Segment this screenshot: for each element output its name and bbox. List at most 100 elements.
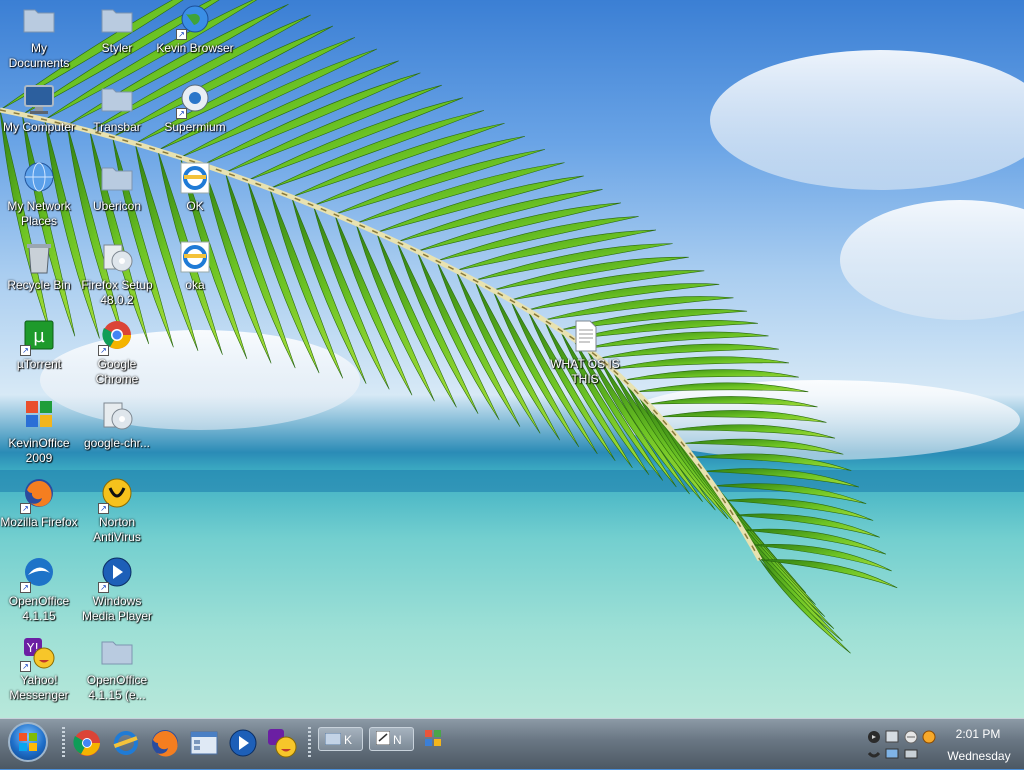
installer-icon bbox=[100, 399, 134, 433]
system-tray bbox=[866, 725, 944, 765]
clock-day[interactable]: Wednesday bbox=[944, 749, 1014, 763]
icon-label: google-chr... bbox=[83, 436, 151, 450]
computer-icon bbox=[22, 83, 56, 117]
icon-label: Google Chrome bbox=[95, 357, 139, 386]
chrome-icon: ↗ bbox=[98, 320, 134, 356]
icon-label: My Documents bbox=[8, 41, 70, 70]
desktop-icon-oka[interactable]: oka bbox=[156, 241, 234, 293]
icon-label: Windows Media Player bbox=[81, 594, 153, 623]
internet-explorer-icon bbox=[178, 162, 212, 196]
desktop-icon-transbar[interactable]: Transbar bbox=[78, 83, 156, 135]
icon-label: Norton AntiVirus bbox=[93, 515, 141, 544]
folder-icon bbox=[100, 162, 134, 196]
folder-icon bbox=[100, 83, 134, 117]
icon-label: Yahoo! Messenger bbox=[9, 673, 69, 702]
tray-display-icon[interactable] bbox=[885, 748, 899, 759]
task-label: K bbox=[344, 733, 353, 747]
icon-label: Ubericon bbox=[92, 199, 142, 213]
tray-battery-icon[interactable] bbox=[904, 749, 918, 759]
desktop-icon-my-documents[interactable]: My Documents bbox=[0, 4, 78, 71]
yahoo-messenger-icon: Y! ↗ bbox=[20, 636, 56, 672]
icon-label: Recycle Bin bbox=[7, 278, 71, 292]
toolbar-grip[interactable] bbox=[62, 727, 65, 759]
windows-logo-icon bbox=[19, 733, 37, 751]
icon-label: KevinOffice 2009 bbox=[8, 436, 70, 465]
tray-messenger-icon[interactable] bbox=[922, 730, 936, 744]
desktop-icon-google-chrome[interactable]: ↗ Google Chrome bbox=[78, 320, 156, 387]
folder-icon bbox=[100, 4, 134, 38]
icon-label: Styler bbox=[101, 41, 133, 55]
svg-text:µ: µ bbox=[33, 326, 45, 347]
desktop-icon-ok[interactable]: OK bbox=[156, 162, 234, 214]
recycle-bin-icon bbox=[22, 241, 56, 275]
quicklaunch-internet-explorer-icon[interactable] bbox=[111, 728, 141, 758]
tray-network-icon[interactable] bbox=[904, 730, 918, 744]
desktop-icon-utorrent[interactable]: µ ↗ µTorrent bbox=[0, 320, 78, 372]
norton-icon: ↗ bbox=[98, 478, 134, 514]
supermium-icon: ↗ bbox=[176, 83, 212, 119]
quicklaunch-chrome-icon[interactable] bbox=[72, 728, 102, 758]
desktop-icon-kevin-browser[interactable]: ↗ Kevin Browser bbox=[156, 4, 234, 56]
icon-label: Transbar bbox=[93, 120, 141, 134]
icon-label: Firefox Setup 48.0.2 bbox=[81, 278, 153, 307]
internet-explorer-icon bbox=[178, 241, 212, 275]
palm-leaflet bbox=[611, 356, 790, 370]
taskbar-button-k[interactable]: K bbox=[318, 727, 363, 751]
palm-leaflet bbox=[624, 369, 799, 381]
start-button[interactable] bbox=[8, 722, 48, 762]
firefox-icon: ↗ bbox=[20, 478, 56, 514]
toolbar-grid-icon[interactable] bbox=[424, 729, 444, 749]
desktop-icon-firefox-setup[interactable]: Firefox Setup 48.0.2 bbox=[78, 241, 156, 308]
icon-label: My Computer bbox=[2, 120, 76, 134]
quicklaunch-yahoo-messenger-icon[interactable] bbox=[267, 728, 297, 758]
icon-label: OK bbox=[186, 199, 204, 213]
desktop-icon-openoffice[interactable]: ↗ OpenOffice 4.1.15 bbox=[0, 557, 78, 624]
taskbar-button-n[interactable]: N bbox=[369, 727, 414, 751]
notepad-icon bbox=[375, 729, 391, 753]
quicklaunch-media-player-icon[interactable] bbox=[228, 728, 258, 758]
desktop-icon-recycle-bin[interactable]: Recycle Bin bbox=[0, 241, 78, 293]
toolbar-grip[interactable] bbox=[308, 727, 311, 759]
desktop-icon-openoffice-folder[interactable]: OpenOffice 4.1.15 (e... bbox=[78, 636, 156, 703]
folder-icon bbox=[22, 4, 56, 38]
tray-device-icon[interactable] bbox=[885, 730, 899, 743]
icon-label: WHAT OS IS THIS bbox=[550, 357, 620, 386]
desktop-icon-what-os-is-this[interactable]: WHAT OS IS THIS bbox=[546, 320, 624, 387]
text-document-icon bbox=[568, 320, 602, 354]
palm-leaflet bbox=[599, 343, 779, 359]
quicklaunch-firefox-icon[interactable] bbox=[150, 728, 180, 758]
network-globe-icon bbox=[22, 162, 56, 196]
icon-label: µTorrent bbox=[16, 357, 62, 371]
openoffice-icon: ↗ bbox=[20, 557, 56, 593]
installer-icon bbox=[100, 241, 134, 275]
tray-phone-icon[interactable] bbox=[867, 751, 881, 758]
desktop-icon-my-computer[interactable]: My Computer bbox=[0, 83, 78, 135]
desktop-icon-windows-media-player[interactable]: ↗ Windows Media Player bbox=[78, 557, 156, 624]
tray-audio-icon[interactable] bbox=[868, 731, 880, 743]
office-icon bbox=[22, 399, 56, 433]
desktop-icon-yahoo-messenger[interactable]: Y! ↗ Yahoo! Messenger bbox=[0, 636, 78, 703]
utorrent-icon: µ ↗ bbox=[20, 320, 56, 356]
icon-label: Supermium bbox=[164, 120, 226, 134]
desktop-icon-styler[interactable]: Styler bbox=[78, 4, 156, 56]
quicklaunch-explorer-icon[interactable] bbox=[189, 728, 219, 758]
desktop-icon-kevinoffice[interactable]: KevinOffice 2009 bbox=[0, 399, 78, 466]
taskbar: K N 2:01 PM Wednesday bbox=[0, 718, 1024, 769]
icon-label: OpenOffice 4.1.15 (e... bbox=[86, 673, 148, 702]
icon-label: Kevin Browser bbox=[156, 41, 234, 55]
icon-label: My Network Places bbox=[7, 199, 71, 228]
task-label: N bbox=[393, 733, 402, 747]
desktop-icon-supermium[interactable]: ↗ Supermium bbox=[156, 83, 234, 135]
window-icon bbox=[324, 729, 342, 753]
desktop-icon-my-network-places[interactable]: My Network Places bbox=[0, 162, 78, 229]
desktop-icon-google-chr-installer[interactable]: google-chr... bbox=[78, 399, 156, 451]
desktop-icon-mozilla-firefox[interactable]: ↗ Mozilla Firefox bbox=[0, 478, 78, 530]
desktop-icon-ubericon[interactable]: Ubericon bbox=[78, 162, 156, 214]
clock-time[interactable]: 2:01 PM bbox=[950, 727, 1006, 741]
folder-icon bbox=[100, 636, 134, 670]
media-player-icon: ↗ bbox=[98, 557, 134, 593]
globe-icon: ↗ bbox=[176, 4, 212, 40]
icon-label: Mozilla Firefox bbox=[0, 515, 78, 529]
icon-label: oka bbox=[185, 278, 205, 292]
desktop-icon-norton-antivirus[interactable]: ↗ Norton AntiVirus bbox=[78, 478, 156, 545]
